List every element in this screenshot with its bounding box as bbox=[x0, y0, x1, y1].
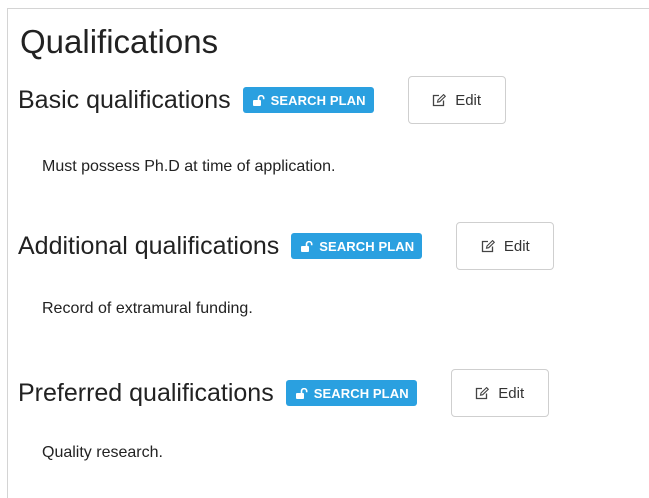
edit-label: Edit bbox=[498, 384, 525, 402]
section-header: Preferred qualifications SEARCH PLAN Edi… bbox=[18, 369, 549, 417]
section-title: Basic qualifications bbox=[18, 86, 231, 114]
edit-icon bbox=[481, 239, 495, 252]
qualifications-panel: Qualifications Basic qualifications SEAR… bbox=[7, 8, 649, 498]
section-title: Additional qualifications bbox=[18, 232, 280, 260]
search-plan-label: SEARCH PLAN bbox=[270, 92, 366, 108]
search-plan-badge[interactable]: SEARCH PLAN bbox=[242, 87, 374, 113]
section-header: Additional qualifications SEARCH PLAN Ed… bbox=[18, 222, 555, 270]
section-header: Basic qualifications SEARCH PLAN Edit bbox=[18, 76, 506, 124]
search-plan-badge[interactable]: SEARCH PLAN bbox=[291, 233, 423, 259]
edit-icon bbox=[476, 386, 490, 399]
edit-button[interactable]: Edit bbox=[450, 369, 549, 417]
section-description: Must possess Ph.D at time of application… bbox=[42, 158, 336, 175]
edit-button[interactable]: Edit bbox=[456, 222, 555, 270]
section-description: Record of extramural funding. bbox=[42, 300, 253, 317]
unlock-icon bbox=[301, 240, 313, 252]
search-plan-badge[interactable]: SEARCH PLAN bbox=[285, 380, 417, 406]
page-title: Qualifications bbox=[20, 23, 219, 60]
search-plan-label: SEARCH PLAN bbox=[319, 238, 415, 254]
unlock-icon bbox=[295, 387, 308, 399]
edit-button[interactable]: Edit bbox=[407, 76, 506, 124]
edit-label: Edit bbox=[503, 237, 530, 255]
edit-icon bbox=[433, 93, 447, 106]
unlock-icon bbox=[252, 94, 265, 106]
section-title: Preferred qualifications bbox=[18, 379, 274, 407]
search-plan-label: SEARCH PLAN bbox=[313, 385, 409, 401]
section-description: Quality research. bbox=[42, 444, 163, 461]
edit-label: Edit bbox=[455, 91, 482, 109]
